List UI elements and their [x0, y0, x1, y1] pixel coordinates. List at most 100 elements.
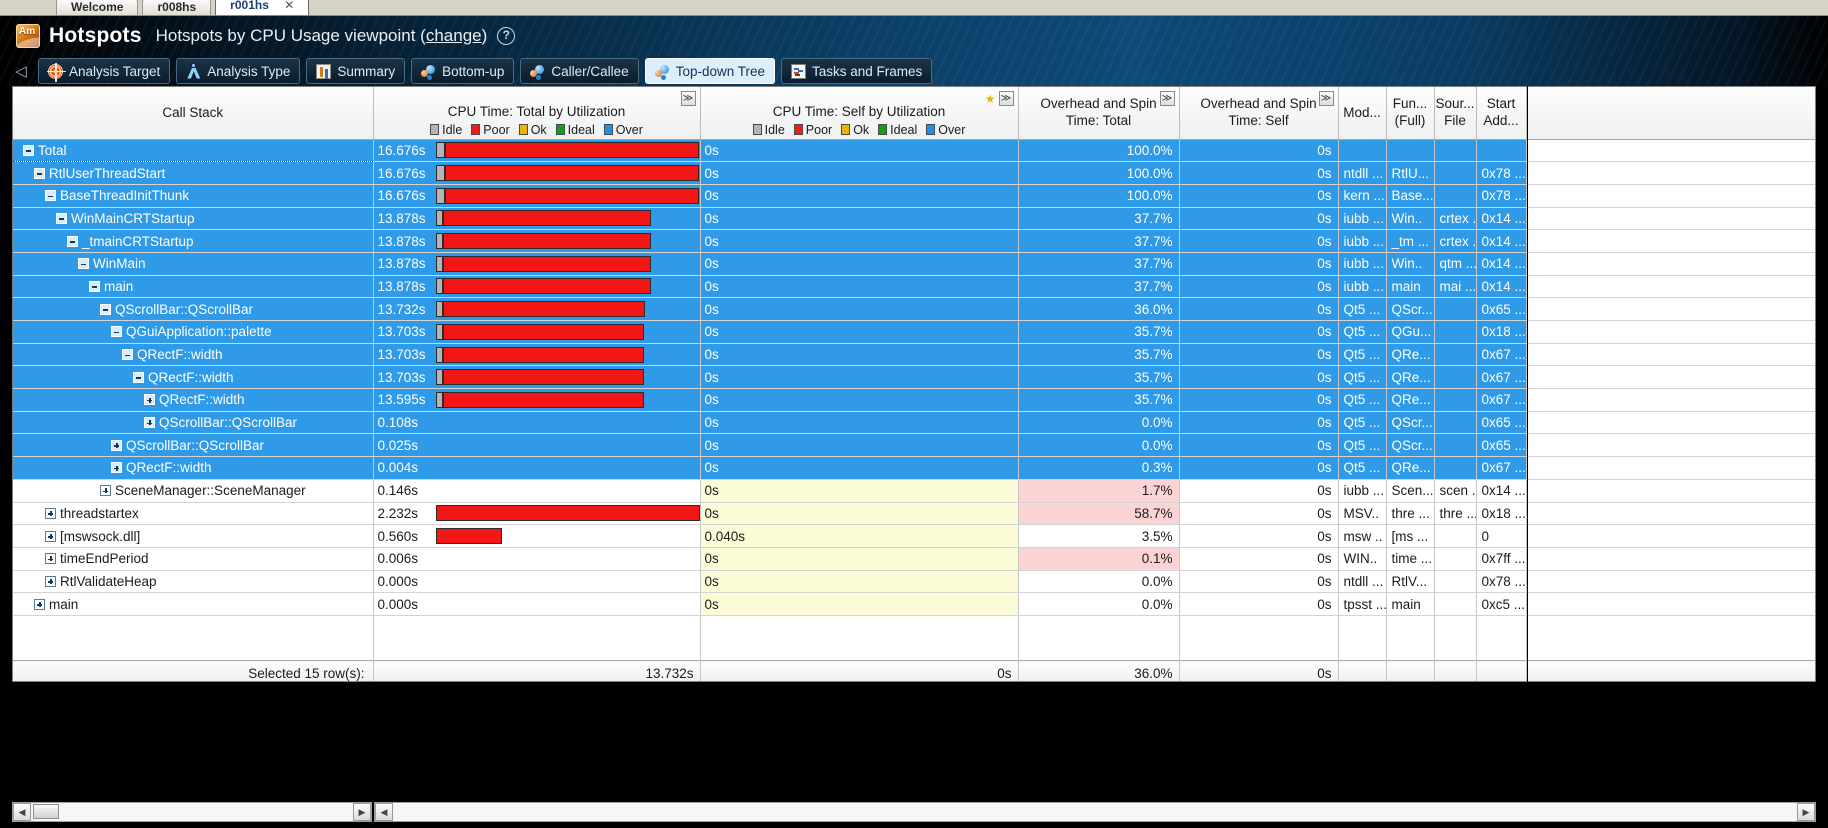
col-function-full[interactable]: Fun... (Full)	[1386, 87, 1435, 140]
collapse-icon[interactable]	[133, 371, 144, 383]
expand-icon[interactable]	[34, 598, 45, 610]
collapse-icon[interactable]	[100, 303, 111, 315]
collapse-icon[interactable]	[67, 235, 78, 247]
scroll-left-icon[interactable]: ◀	[13, 803, 31, 821]
scroll-track[interactable]	[31, 803, 353, 821]
scroll-right-icon[interactable]: ▶	[1797, 803, 1815, 821]
tab-analysis-type[interactable]: Analysis Type	[176, 58, 301, 84]
editor-tab-welcome[interactable]: Welcome	[56, 0, 139, 15]
table-row[interactable]: QRectF::width 0.004s 0s 0.3% 0s Qt5 ... QRe...…	[13, 456, 1815, 480]
expand-column-icon[interactable]: ≫	[680, 91, 696, 106]
cell-call-stack[interactable]: _tmainCRTStartup	[13, 229, 374, 253]
tab-analysis-target[interactable]: Analysis Target	[38, 58, 171, 84]
collapse-icon[interactable]	[56, 212, 67, 224]
table-row[interactable]: BaseThreadInitThunk 16.676s 0s 100.0% 0s kern…	[13, 184, 1815, 208]
cell-call-stack[interactable]: [mswsock.dll]	[13, 524, 374, 548]
table-row[interactable]: QScrollBar::QScrollBar 13.732s 0s 36.0% 0s Qt…	[13, 297, 1815, 321]
col-call-stack[interactable]: Call Stack	[13, 87, 374, 140]
table-row[interactable]: QGuiApplication::palette 13.703s 0s 35.7% 0s…	[13, 320, 1815, 344]
cell-call-stack[interactable]: QRectF::width	[13, 456, 374, 480]
expand-icon[interactable]	[100, 485, 111, 497]
table-row[interactable]: main 0.000s 0s 0.0% 0s tpsst ... main 0xc5 ...	[13, 592, 1815, 616]
star-icon[interactable]: ★	[985, 92, 996, 106]
scroll-left-icon[interactable]: ◀	[375, 803, 393, 821]
collapse-icon[interactable]	[89, 280, 100, 292]
scroll-right-icon[interactable]: ▶	[353, 803, 371, 821]
collapse-icon[interactable]	[23, 144, 34, 156]
table-row[interactable]: SceneManager::SceneManager 0.146s 0s 1.7% 0s…	[13, 479, 1815, 503]
collapse-icon[interactable]	[34, 167, 45, 179]
close-icon[interactable]: ✕	[284, 0, 294, 12]
change-viewpoint-link[interactable]: change	[426, 26, 482, 45]
nav-back-icon[interactable]: ◁	[10, 62, 32, 80]
expand-icon[interactable]	[111, 439, 122, 451]
expand-column-icon[interactable]: ≫	[1318, 91, 1334, 106]
tab-top-down-tree[interactable]: Top-down Tree	[644, 58, 775, 84]
cell-call-stack[interactable]: BaseThreadInitThunk	[13, 184, 374, 208]
cell-call-stack[interactable]: main	[13, 592, 374, 616]
cell-call-stack[interactable]: main	[13, 275, 374, 299]
tab-tasks-and-frames[interactable]: Tasks and Frames	[781, 58, 933, 84]
cell-call-stack[interactable]: RtlUserThreadStart	[13, 161, 374, 185]
cell-call-stack[interactable]: QScrollBar::QScrollBar	[13, 297, 374, 321]
expand-icon[interactable]	[45, 553, 56, 565]
expand-icon[interactable]	[144, 417, 155, 429]
col-cpu-time-self[interactable]: CPU Time: Self by Utilization ★ ≫ Idle P…	[700, 87, 1019, 140]
table-row[interactable]: main 13.878s 0s 37.7% 0s iubb ... main mai ... 0…	[13, 275, 1815, 299]
call-stack-hscrollbar[interactable]: ◀ ▶	[12, 802, 372, 822]
col-start-address[interactable]: Start Add...	[1476, 87, 1527, 140]
table-row[interactable]: QRectF::width 13.595s 0s 35.7% 0s Qt5 ... QRe.…	[13, 388, 1815, 412]
expand-icon[interactable]	[144, 394, 155, 406]
table-row[interactable]: QScrollBar::QScrollBar 0.025s 0s 0.0% 0s Qt5 …	[13, 433, 1815, 458]
table-row[interactable]: WinMainCRTStartup 13.878s 0s 37.7% 0s iubb ..…	[13, 207, 1815, 231]
cell-call-stack[interactable]: QRectF::width	[13, 388, 374, 412]
cell-call-stack[interactable]: QGuiApplication::palette	[13, 320, 374, 344]
editor-tab-r008hs[interactable]: r008hs	[142, 0, 212, 15]
table-row[interactable]: [mswsock.dll] 0.560s 0.040s 3.5% 0s msw .. [ms…	[13, 524, 1815, 548]
top-down-tree-grid[interactable]: Call Stack CPU Time: Total by Utilizatio…	[12, 86, 1816, 682]
table-row[interactable]: RtlValidateHeap 0.000s 0s 0.0% 0s ntdll ... Rt…	[13, 570, 1815, 594]
cell-call-stack[interactable]: SceneManager::SceneManager	[13, 479, 374, 503]
cell-call-stack[interactable]: WinMainCRTStartup	[13, 207, 374, 231]
expand-icon[interactable]	[111, 462, 122, 474]
cell-call-stack[interactable]: QRectF::width	[13, 343, 374, 367]
expand-icon[interactable]	[45, 575, 56, 587]
collapse-icon[interactable]	[45, 190, 56, 202]
table-row[interactable]: Total 16.676s 0s 100.0% 0s	[13, 138, 1815, 163]
cell-call-stack[interactable]: WinMain	[13, 252, 374, 276]
scroll-thumb[interactable]	[33, 804, 59, 819]
help-icon[interactable]: ?	[497, 27, 516, 45]
col-module[interactable]: Mod...	[1338, 87, 1387, 140]
table-row[interactable]: QScrollBar::QScrollBar 0.108s 0s 0.0% 0s Qt5 …	[13, 411, 1815, 435]
col-overhead-spin-total[interactable]: Overhead and Spin Time: Total ≫	[1018, 87, 1180, 140]
table-row[interactable]: RtlUserThreadStart 16.676s 0s 100.0% 0s ntdll…	[13, 161, 1815, 185]
expand-column-icon[interactable]: ≫	[1159, 91, 1175, 106]
expand-column-icon[interactable]: ≫	[998, 91, 1014, 106]
cell-call-stack[interactable]: QScrollBar::QScrollBar	[13, 433, 374, 458]
tab-summary[interactable]: Summary	[306, 58, 406, 84]
editor-tab-r001hs[interactable]: r001hs ✕	[215, 0, 310, 15]
cell-call-stack[interactable]: Total	[13, 138, 374, 163]
cell-call-stack[interactable]: RtlValidateHeap	[13, 570, 374, 594]
expand-icon[interactable]	[45, 507, 56, 519]
cell-call-stack[interactable]: threadstartex	[13, 502, 374, 526]
table-row[interactable]: _tmainCRTStartup 13.878s 0s 37.7% 0s iubb ...…	[13, 229, 1815, 253]
table-row[interactable]: QRectF::width 13.703s 0s 35.7% 0s Qt5 ... QRe.…	[13, 343, 1815, 367]
expand-icon[interactable]	[45, 530, 56, 542]
cell-call-stack[interactable]: QScrollBar::QScrollBar	[13, 411, 374, 435]
collapse-icon[interactable]	[78, 258, 89, 270]
collapse-icon[interactable]	[111, 326, 122, 338]
tab-bottom-up[interactable]: Bottom-up	[411, 58, 515, 84]
tab-caller-callee[interactable]: Caller/Callee	[520, 58, 639, 84]
grid-hscrollbar[interactable]: ◀ ▶	[374, 802, 1816, 822]
col-source-file[interactable]: Sour... File	[1434, 87, 1477, 140]
cell-call-stack[interactable]: QRectF::width	[13, 365, 374, 390]
table-row[interactable]: WinMain 13.878s 0s 37.7% 0s iubb ... Win.. qtm …	[13, 252, 1815, 276]
col-cpu-time-total[interactable]: CPU Time: Total by Utilization ≫ Idle Po…	[373, 87, 701, 140]
cell-call-stack[interactable]: timeEndPeriod	[13, 547, 374, 571]
col-overhead-spin-self[interactable]: Overhead and Spin Time: Self ≫	[1179, 87, 1339, 140]
table-row[interactable]: threadstartex 2.232s 0s 58.7% 0s MSV.. thre ..…	[13, 502, 1815, 526]
scroll-track[interactable]	[393, 803, 1797, 821]
collapse-icon[interactable]	[122, 349, 133, 361]
table-row[interactable]: timeEndPeriod 0.006s 0s 0.1% 0s WIN.. time ...…	[13, 547, 1815, 571]
